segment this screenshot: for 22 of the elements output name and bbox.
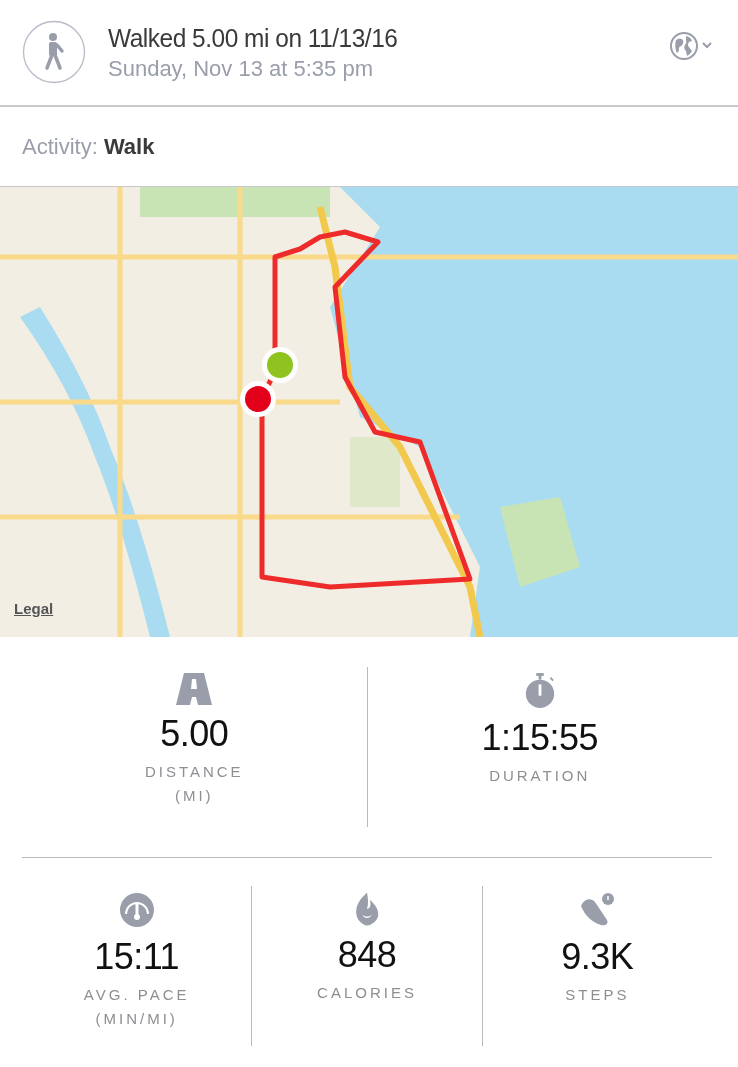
privacy-dropdown[interactable] [670,30,714,61]
road-icon [176,673,213,705]
activity-label: Activity: Walk [22,133,155,160]
stat-unit: (MIN/MI) [95,1010,178,1028]
stat-value: 15:11 [94,936,180,978]
stat-value: 1:15:55 [481,717,599,759]
stat-label: AVG. PACE [83,986,190,1004]
activity-date: Sunday, Nov 13 at 5:35 pm [108,56,374,82]
stat-label: DISTANCE [144,763,244,781]
stat-value: 9.3K [561,936,634,978]
stat-value: 5.00 [160,713,229,755]
stat-unit: (MI) [174,787,214,805]
legal-link[interactable]: Legal [14,600,54,617]
walker-icon [22,19,86,84]
flame-icon [355,892,379,926]
stat-label: DURATION [489,767,591,785]
activity-title: Walked 5.00 mi on 11/13/16 [108,23,399,54]
stat-label: CALORIES [317,984,417,1002]
globe-icon [670,30,714,61]
stat-value: 848 [337,934,397,976]
gauge-icon [118,892,155,928]
stat-label: STEPS [565,986,630,1004]
